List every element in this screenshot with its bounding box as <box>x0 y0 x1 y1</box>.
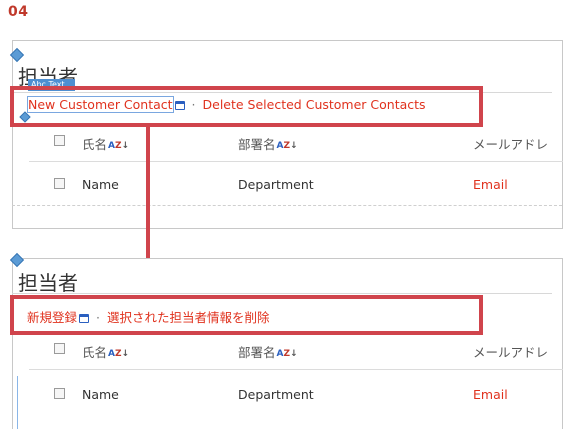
table-row[interactable]: Name Department Email <box>29 376 563 414</box>
cell-email-link[interactable]: Email <box>473 177 508 192</box>
table-header-row: 氏名AZ↓ 部署名AZ↓ メールアドレ <box>29 331 563 370</box>
sort-icon[interactable]: AZ↓ <box>108 142 129 151</box>
step-number: 04 <box>8 4 29 20</box>
divider <box>12 293 552 294</box>
sort-icon[interactable]: AZ↓ <box>277 350 298 359</box>
column-header-department[interactable]: 部署名AZ↓ <box>238 134 298 153</box>
row-checkbox[interactable] <box>54 388 65 399</box>
select-all-checkbox[interactable] <box>54 135 65 146</box>
column-header-name[interactable]: 氏名AZ↓ <box>82 134 129 153</box>
cell-name: Name <box>82 177 119 192</box>
table-header-row: 氏名AZ↓ 部署名AZ↓ メールアドレ <box>29 123 563 162</box>
column-header-department[interactable]: 部署名AZ↓ <box>238 342 298 361</box>
row-checkbox[interactable] <box>54 178 65 189</box>
column-header-name[interactable]: 氏名AZ↓ <box>82 342 129 361</box>
highlight-box-before <box>10 86 483 127</box>
cell-department: Department <box>238 177 314 192</box>
transition-arrow-line <box>146 127 150 263</box>
table-row[interactable]: Name Department Email <box>29 166 563 204</box>
select-all-checkbox[interactable] <box>54 343 65 354</box>
table-bottom-rule <box>12 205 562 206</box>
sort-icon[interactable]: AZ↓ <box>108 350 129 359</box>
sort-icon[interactable]: AZ↓ <box>277 142 298 151</box>
cell-name: Name <box>82 387 119 402</box>
cell-department: Department <box>238 387 314 402</box>
highlight-box-after <box>10 295 483 335</box>
page-title: 担当者 <box>18 271 78 295</box>
column-header-email[interactable]: メールアドレ <box>473 134 548 153</box>
row-divider <box>17 376 18 429</box>
column-header-email[interactable]: メールアドレ <box>473 342 548 361</box>
cell-email-link[interactable]: Email <box>473 387 508 402</box>
